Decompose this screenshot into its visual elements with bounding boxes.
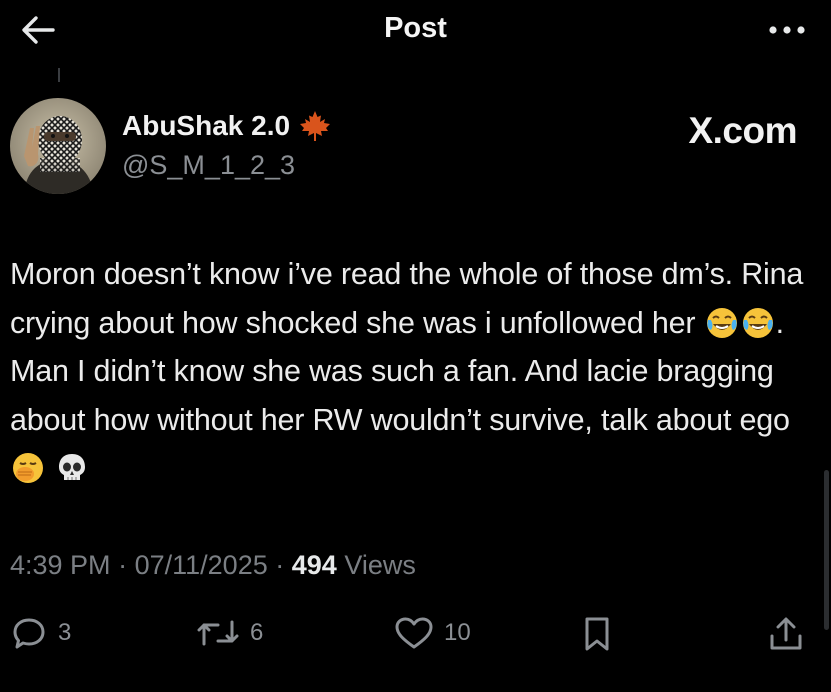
tweet-actions: 3 6 10 <box>0 612 831 660</box>
tweet-text: Moron doesn’t know i’ve read the whole o… <box>10 250 818 493</box>
tweet-date: 07/11/2025 <box>134 550 268 580</box>
meta-separator: · <box>275 550 285 580</box>
author-display-name[interactable]: AbuShak 2.0 <box>122 110 290 142</box>
scrollbar[interactable] <box>824 470 829 630</box>
repost-icon <box>197 620 239 646</box>
heart-icon <box>395 617 433 649</box>
reply-count: 3 <box>58 619 72 646</box>
thread-connector-line <box>58 68 60 82</box>
skull-emoji <box>59 454 86 480</box>
face-with-tears-of-joy-emoji <box>706 307 737 338</box>
repost-count: 6 <box>250 619 264 646</box>
maple-leaf-icon <box>300 111 331 141</box>
views-count[interactable]: 494 <box>292 550 337 580</box>
like-count: 10 <box>444 619 471 646</box>
page-title: Post <box>384 12 447 44</box>
top-app-bar: Post <box>0 0 831 62</box>
views-label: Views <box>344 550 416 580</box>
like-button[interactable]: 10 <box>394 616 471 650</box>
reply-button[interactable]: 3 <box>12 616 71 650</box>
face-with-tears-of-joy-emoji <box>742 307 773 338</box>
avatar[interactable] <box>10 98 106 194</box>
x-com-watermark: X.com <box>688 110 797 151</box>
share-button[interactable] <box>768 616 804 652</box>
repost-button[interactable]: 6 <box>196 616 263 650</box>
author-info: AbuShak 2.0 @S_M_1_2_3 <box>122 108 332 181</box>
more-horizontal-icon <box>769 26 805 34</box>
face-with-hand-over-mouth-emoji <box>13 453 43 483</box>
avatar-image <box>10 98 106 194</box>
meta-separator: · <box>118 550 128 580</box>
share-icon <box>770 617 802 650</box>
more-options-button[interactable] <box>757 12 817 48</box>
bookmark-icon <box>585 617 609 651</box>
tweet-meta: 4:39 PM · 07/11/2025 · 494 Views <box>10 550 416 581</box>
bookmark-button[interactable] <box>582 616 612 652</box>
tweet-time: 4:39 PM <box>10 550 111 580</box>
tweet-text-segment: Moron doesn’t know i’ve read the whole o… <box>10 257 804 340</box>
reply-icon <box>13 618 45 649</box>
author-handle[interactable]: @S_M_1_2_3 <box>122 150 332 181</box>
